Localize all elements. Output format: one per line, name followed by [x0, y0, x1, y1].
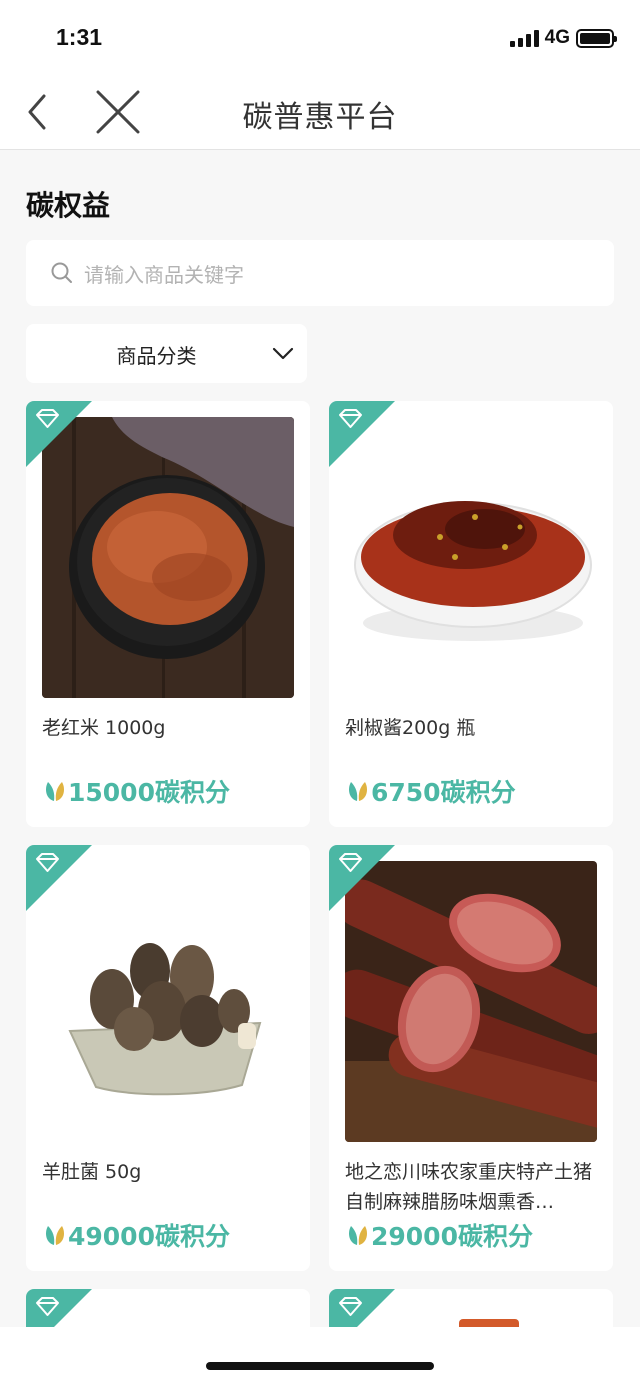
diamond-badge-icon — [26, 401, 92, 467]
page-title: 碳普惠平台 — [242, 100, 398, 135]
product-card[interactable]: 羊肚菌 50g 49000碳积分 — [26, 845, 310, 1271]
leaf-icon — [349, 782, 367, 801]
signal-icon — [509, 29, 539, 47]
home-indicator[interactable] — [206, 1362, 434, 1370]
product-name: 地之恋川味农家重庆特产土猪自制麻辣腊肠味烟熏香… — [345, 1161, 593, 1213]
diamond-badge-icon — [329, 401, 395, 467]
chevron-down-icon — [272, 347, 294, 360]
battery-icon — [576, 28, 617, 48]
network-type: 4G — [544, 27, 570, 48]
home-bar — [0, 1327, 640, 1385]
product-price: 6750碳积分 — [347, 773, 516, 809]
status-indicators: 4G — [509, 27, 617, 49]
status-bar: 1:31 4G — [0, 0, 640, 76]
product-price: 29000碳积分 — [347, 1217, 533, 1253]
product-card[interactable]: 老红米 1000g 15000碳积分 — [26, 401, 310, 827]
product-name: 老红米 1000g — [42, 717, 166, 739]
diamond-badge-icon — [329, 845, 395, 911]
nav-bar: 碳普惠平台 — [0, 76, 640, 150]
search-placeholder: 请输入商品关键字 — [84, 262, 244, 287]
leaf-icon — [46, 782, 64, 801]
diamond-badge-icon — [26, 845, 92, 911]
leaf-icon — [46, 1226, 64, 1245]
section-title: 碳权益 — [26, 189, 111, 222]
product-card[interactable]: 地之恋川味农家重庆特产土猪自制麻辣腊肠味烟熏香… 29000碳积分 — [329, 845, 613, 1271]
category-dropdown[interactable]: 商品分类 — [26, 324, 307, 383]
search-icon — [51, 262, 72, 283]
product-name: 羊肚菌 50g — [42, 1161, 142, 1183]
leaf-icon — [349, 1226, 367, 1245]
product-card[interactable]: 剁椒酱200g 瓶 6750碳积分 — [329, 401, 613, 827]
product-price: 15000碳积分 — [44, 773, 230, 809]
product-name: 剁椒酱200g 瓶 — [345, 717, 476, 739]
status-time: 1:31 — [56, 24, 103, 50]
search-input[interactable]: 请输入商品关键字 — [26, 240, 614, 306]
category-label: 商品分类 — [116, 344, 197, 368]
product-price: 49000碳积分 — [44, 1217, 230, 1253]
